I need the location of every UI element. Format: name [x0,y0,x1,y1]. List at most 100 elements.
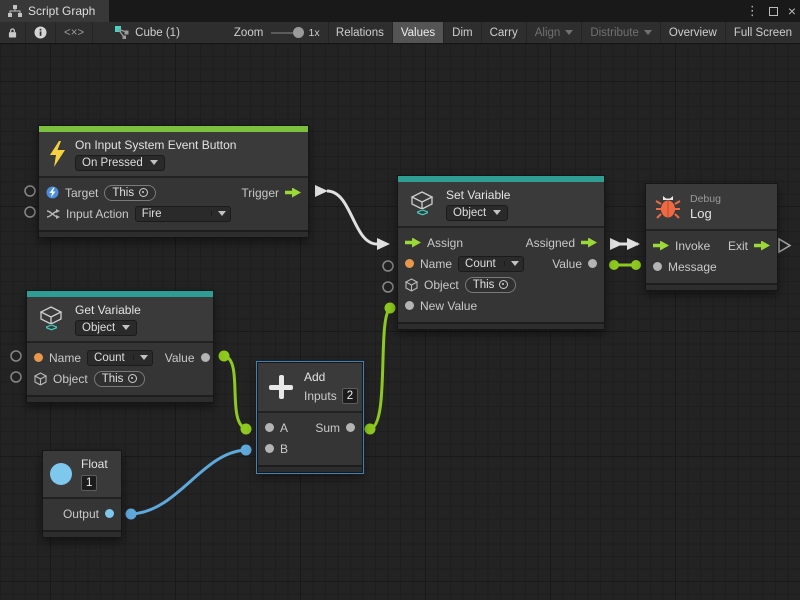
node-header[interactable]: <> Set Variable Object [398,182,604,228]
node-title: On Input System Event Button [75,138,236,152]
port-external-target[interactable] [25,186,35,196]
lock-button[interactable] [0,22,26,43]
port-name-in[interactable] [34,353,43,362]
wire-endpoint [385,303,396,314]
node-float[interactable]: Float 1 Output [42,450,122,538]
node-add[interactable]: Add Inputs 2 A Sum B [257,362,363,473]
port-external-name[interactable] [11,351,21,361]
object-self-button[interactable]: This [94,371,146,387]
wire-endpoint [126,509,137,520]
port-row-invoke: Invoke Exit [646,235,777,256]
wire-trigger-assign[interactable] [327,191,377,244]
port-sum-out[interactable] [346,423,355,432]
node-header[interactable]: Debug Log [646,184,777,231]
port-value-out[interactable] [201,353,210,362]
zoom-slider[interactable] [271,32,298,34]
info-button[interactable] [26,22,56,43]
wire-endpoint [365,424,376,435]
target-self-button[interactable]: This [104,185,156,201]
port-row-output: Output [43,503,121,524]
port-row-object: Object This [398,274,604,295]
variable-name-dropdown[interactable]: Count [87,350,153,366]
lightning-icon [48,141,66,167]
tab-title: Script Graph [28,4,95,18]
node-on-input-system-event-button[interactable]: On Input System Event Button On Pressed … [38,125,309,238]
port-invoke-in[interactable] [653,241,669,251]
port-exit-out[interactable] [754,241,770,251]
port-output-out[interactable] [105,509,114,518]
graph-canvas[interactable]: On Input System Event Button On Pressed … [0,44,800,600]
align-dropdown[interactable]: Align [527,22,583,43]
float-value-field[interactable]: 1 [81,475,97,491]
input-action-dropdown[interactable]: Fire [135,206,231,222]
port-value-out[interactable] [588,259,597,268]
port-new-value-in[interactable] [405,301,414,310]
inputs-label: Inputs [304,389,337,403]
node-header[interactable]: Float 1 [43,451,121,499]
port-row-b: B [258,438,362,459]
values-button[interactable]: Values [393,22,444,43]
object-self-button[interactable]: This [465,277,517,293]
wire-getvalue-a[interactable] [224,356,246,429]
wire-arrowhead [315,185,328,197]
wire-sum-newvalue[interactable] [370,308,390,429]
carry-button[interactable]: Carry [482,22,527,43]
port-row-input-action: Input Action Fire [39,203,308,224]
wire-arrowhead [627,238,640,250]
graph-toolbar: <×> Cube (1) Zoom 1x Relations Values Di… [0,22,800,44]
variable-name-dropdown[interactable]: Count [458,256,524,272]
node-footer [646,283,777,290]
node-header[interactable]: <> Get Variable Object [27,297,213,343]
port-external-exit[interactable] [779,239,790,252]
port-assigned-out[interactable] [581,238,597,248]
port-trigger-out[interactable] [285,188,301,198]
bug-icon [655,193,681,221]
relations-button[interactable]: Relations [328,22,393,43]
node-set-variable[interactable]: <> Set Variable Object Assign Assigned [397,175,605,330]
wire-endpoint [609,260,619,270]
port-external-name-set[interactable] [383,261,393,271]
inputs-count-field[interactable]: 2 [342,388,358,404]
variable-kind-dropdown[interactable]: Object [446,205,508,221]
distribute-dropdown[interactable]: Distribute [582,22,661,43]
node-footer [39,230,308,237]
port-external-object-set[interactable] [383,282,393,292]
port-row-name: Name Count Value [27,347,213,368]
window-menu-icon[interactable]: ⋮ [746,3,759,19]
node-header[interactable]: On Input System Event Button On Pressed [39,132,308,178]
target-icon [128,374,137,383]
port-b-in[interactable] [265,444,274,453]
port-name-in[interactable] [405,259,414,268]
graph-target-button[interactable]: Cube (1) [107,22,188,43]
port-external-object[interactable] [11,372,21,382]
chevron-down-icon [140,355,148,360]
close-icon[interactable]: × [788,4,796,18]
node-debug-log[interactable]: Debug Log Invoke Exit Message [645,183,778,291]
node-header[interactable]: Add Inputs 2 [258,363,362,413]
maximize-icon[interactable] [769,7,778,16]
node-footer [398,322,604,329]
window-controls: ⋮ × [746,0,796,22]
port-message-in[interactable] [653,262,662,271]
tab-script-graph[interactable]: Script Graph [0,0,109,22]
code-toggle-button[interactable]: <×> [56,22,93,43]
full-screen-button[interactable]: Full Screen [726,22,800,43]
variable-kind-dropdown[interactable]: Object [75,320,137,336]
port-external-input-action[interactable] [25,207,35,217]
node-title: Float [81,457,108,471]
wire-float-b[interactable] [131,450,246,514]
port-row-name: Name Count Value [398,253,604,274]
node-get-variable[interactable]: <> Get Variable Object Name Count [26,290,214,403]
dim-button[interactable]: Dim [444,22,481,43]
port-assign-in[interactable] [405,238,421,248]
port-row-message: Message [646,256,777,277]
port-row-new-value: New Value [398,295,604,316]
graph-icon [8,5,22,17]
zoom-slider-handle[interactable] [293,27,304,38]
port-row-assign: Assign Assigned [398,232,604,253]
overview-button[interactable]: Overview [661,22,726,43]
zoom-label: Zoom [226,22,265,43]
port-a-in[interactable] [265,423,274,432]
chevron-down-icon [122,325,130,330]
event-mode-dropdown[interactable]: On Pressed [75,155,165,171]
